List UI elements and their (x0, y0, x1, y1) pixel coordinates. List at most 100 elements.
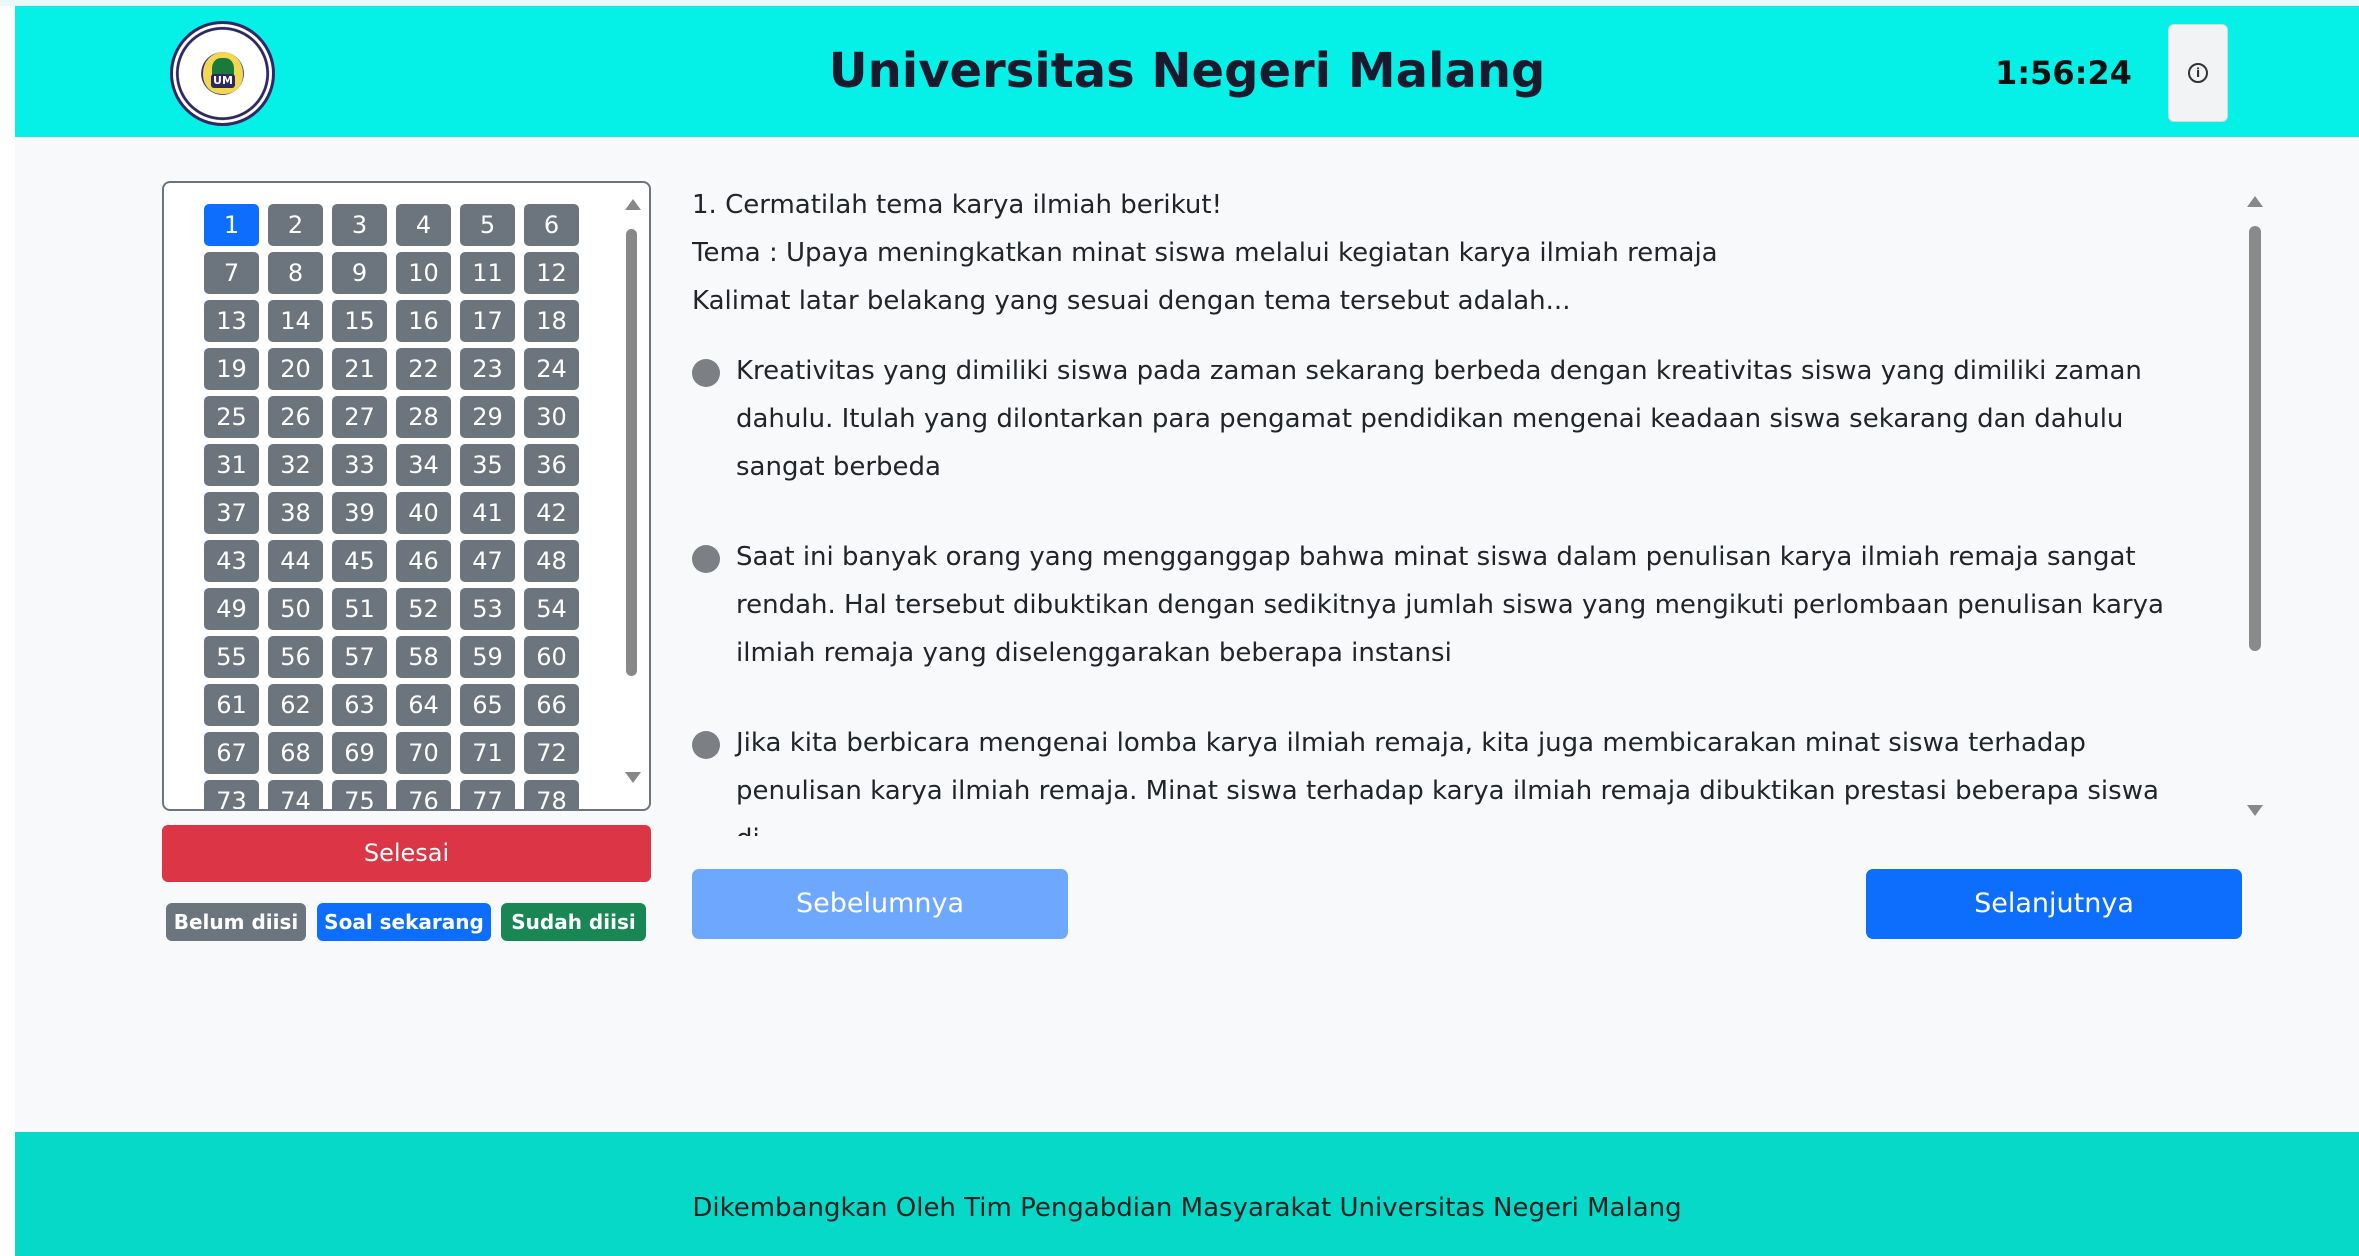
radio-button[interactable] (692, 545, 720, 573)
finish-button[interactable]: Selesai (162, 825, 651, 882)
question-number-button[interactable]: 35 (460, 444, 515, 486)
question-number-button[interactable]: 66 (524, 684, 579, 726)
question-number-button[interactable]: 49 (204, 588, 259, 630)
question-number-button[interactable]: 28 (396, 396, 451, 438)
question-number-button[interactable]: 55 (204, 636, 259, 678)
question-number-button[interactable]: 21 (332, 348, 387, 390)
question-number-button[interactable]: 77 (460, 780, 515, 809)
answer-option[interactable]: Kreativitas yang dimiliki siswa pada zam… (692, 347, 2282, 491)
question-number-button[interactable]: 27 (332, 396, 387, 438)
question-number-button[interactable]: 1 (204, 204, 259, 246)
scroll-thumb[interactable] (2249, 226, 2261, 651)
navigator-scrollbar[interactable] (622, 193, 641, 793)
question-number-button[interactable]: 74 (268, 780, 323, 809)
question-number-button[interactable]: 4 (396, 204, 451, 246)
question-number-button[interactable]: 3 (332, 204, 387, 246)
radio-button[interactable] (692, 359, 720, 387)
question-number-button[interactable]: 26 (268, 396, 323, 438)
question-number-button[interactable]: 11 (460, 252, 515, 294)
question-number-button[interactable]: 9 (332, 252, 387, 294)
question-number-button[interactable]: 48 (524, 540, 579, 582)
question-number-button[interactable]: 33 (332, 444, 387, 486)
question-number-button[interactable]: 32 (268, 444, 323, 486)
question-number-button[interactable]: 67 (204, 732, 259, 774)
question-number-button[interactable]: 62 (268, 684, 323, 726)
question-number-button[interactable]: 37 (204, 492, 259, 534)
question-number-button[interactable]: 38 (268, 492, 323, 534)
option-text[interactable]: Jika kita berbicara mengenai lomba karya… (736, 719, 2166, 836)
scroll-thumb[interactable] (626, 229, 637, 676)
question-number-button[interactable]: 7 (204, 252, 259, 294)
question-number-button[interactable]: 10 (396, 252, 451, 294)
question-number-button[interactable]: 75 (332, 780, 387, 809)
radio-button[interactable] (692, 731, 720, 759)
question-number-button[interactable]: 52 (396, 588, 451, 630)
next-button[interactable]: Selanjutnya (1866, 869, 2242, 939)
question-number-button[interactable]: 25 (204, 396, 259, 438)
question-number-button[interactable]: 72 (524, 732, 579, 774)
question-number-button[interactable]: 60 (524, 636, 579, 678)
question-number-button[interactable]: 59 (460, 636, 515, 678)
question-number-button[interactable]: 31 (204, 444, 259, 486)
question-number-button[interactable]: 46 (396, 540, 451, 582)
question-number-button[interactable]: 18 (524, 300, 579, 342)
scroll-up-arrow-icon[interactable] (2247, 196, 2263, 207)
question-number-button[interactable]: 64 (396, 684, 451, 726)
question-number-button[interactable]: 69 (332, 732, 387, 774)
question-number-button[interactable]: 73 (204, 780, 259, 809)
scroll-down-arrow-icon[interactable] (2247, 805, 2263, 816)
question-number-button[interactable]: 14 (268, 300, 323, 342)
question-number-button[interactable]: 42 (524, 492, 579, 534)
question-number-button[interactable]: 13 (204, 300, 259, 342)
question-number-button[interactable]: 6 (524, 204, 579, 246)
option-text[interactable]: Kreativitas yang dimiliki siswa pada zam… (736, 347, 2166, 491)
question-number-button[interactable]: 41 (460, 492, 515, 534)
question-scrollbar[interactable] (2245, 196, 2265, 826)
university-logo-icon (170, 21, 275, 126)
question-number-button[interactable]: 34 (396, 444, 451, 486)
previous-button[interactable]: Sebelumnya (692, 869, 1068, 939)
question-number-button[interactable]: 29 (460, 396, 515, 438)
question-number-button[interactable]: 45 (332, 540, 387, 582)
question-number-button[interactable]: 12 (524, 252, 579, 294)
question-number-button[interactable]: 57 (332, 636, 387, 678)
question-number-button[interactable]: 78 (524, 780, 579, 809)
question-number-button[interactable]: 44 (268, 540, 323, 582)
question-number-button[interactable]: 39 (332, 492, 387, 534)
question-number-button[interactable]: 15 (332, 300, 387, 342)
question-number-button[interactable]: 47 (460, 540, 515, 582)
question-number-button[interactable]: 68 (268, 732, 323, 774)
question-number-button[interactable]: 70 (396, 732, 451, 774)
question-number-button[interactable]: 30 (524, 396, 579, 438)
question-number-button[interactable]: 65 (460, 684, 515, 726)
question-number-button[interactable]: 76 (396, 780, 451, 809)
question-number-button[interactable]: 54 (524, 588, 579, 630)
question-number-button[interactable]: 24 (524, 348, 579, 390)
question-number-button[interactable]: 5 (460, 204, 515, 246)
question-number-button[interactable]: 8 (268, 252, 323, 294)
question-number-button[interactable]: 17 (460, 300, 515, 342)
question-number-button[interactable]: 40 (396, 492, 451, 534)
question-number-button[interactable]: 2 (268, 204, 323, 246)
question-number-button[interactable]: 16 (396, 300, 451, 342)
option-text[interactable]: Saat ini banyak orang yang mengganggap b… (736, 533, 2166, 677)
question-number-button[interactable]: 58 (396, 636, 451, 678)
answer-option[interactable]: Jika kita berbicara mengenai lomba karya… (692, 719, 2282, 836)
question-number-button[interactable]: 53 (460, 588, 515, 630)
question-number-button[interactable]: 63 (332, 684, 387, 726)
question-number-button[interactable]: 61 (204, 684, 259, 726)
question-number-button[interactable]: 19 (204, 348, 259, 390)
scroll-up-arrow-icon[interactable] (625, 199, 641, 210)
question-number-button[interactable]: 71 (460, 732, 515, 774)
answer-option[interactable]: Saat ini banyak orang yang mengganggap b… (692, 533, 2282, 677)
question-number-button[interactable]: 43 (204, 540, 259, 582)
question-number-button[interactable]: 56 (268, 636, 323, 678)
scroll-down-arrow-icon[interactable] (625, 772, 641, 783)
question-number-button[interactable]: 51 (332, 588, 387, 630)
question-number-button[interactable]: 23 (460, 348, 515, 390)
question-number-button[interactable]: 22 (396, 348, 451, 390)
info-button[interactable]: i (2168, 24, 2228, 122)
question-number-button[interactable]: 36 (524, 444, 579, 486)
question-number-button[interactable]: 50 (268, 588, 323, 630)
question-number-button[interactable]: 20 (268, 348, 323, 390)
